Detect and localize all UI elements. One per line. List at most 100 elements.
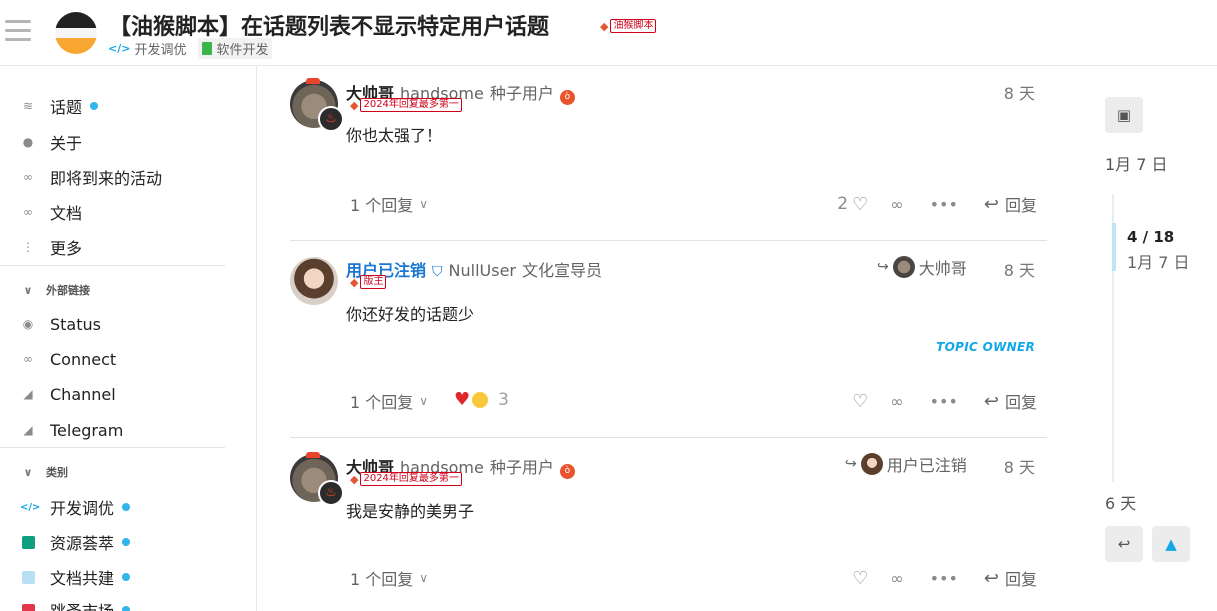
fire-flair-icon: ♨	[318, 106, 344, 132]
badge-label: 2024年回复最多第一	[360, 98, 462, 112]
sidebar-category-market[interactable]: 跳蚤市场	[20, 598, 131, 611]
tag-icon: ◆	[350, 472, 359, 486]
like-button[interactable]: 2 ♡	[837, 194, 868, 215]
sidebar-item-label: 文档共建	[50, 569, 115, 588]
sidebar-item-connect[interactable]: ∞ Connect	[20, 347, 116, 371]
heart-reaction-icon: ♥	[454, 389, 471, 410]
user-badge[interactable]: ◆ 版主	[350, 275, 387, 289]
show-replies-button[interactable]: 1 个回复 ∨	[350, 389, 428, 413]
link-icon[interactable]: ∞	[890, 569, 903, 588]
more-vertical-icon: ⋮	[22, 240, 34, 254]
share-icon	[22, 535, 35, 549]
divider	[0, 447, 225, 448]
post-date[interactable]: 8 天	[1004, 257, 1035, 281]
post-controls: 1 个回复 ∨ ♡ ∞ ••• ↩ 回复	[290, 566, 1047, 594]
code-icon: </>	[108, 42, 131, 55]
user-title: 文化宣导员	[521, 261, 602, 280]
badge-label: 2024年回复最多第一	[360, 472, 462, 486]
user-badge[interactable]: ◆ 2024年回复最多第一	[350, 472, 462, 486]
reply-arrow-icon: ↩	[1117, 535, 1131, 553]
laughing-reaction-icon	[472, 391, 489, 408]
unread-dot	[122, 606, 131, 611]
more-icon[interactable]: •••	[930, 195, 958, 214]
section-categories[interactable]: ∨ 类别	[20, 464, 68, 480]
post-content: 你还好发的话题少	[346, 305, 475, 324]
reply-to-indicator[interactable]: ↪ 用户已注销	[845, 452, 967, 476]
heart-icon: ♡	[852, 567, 869, 589]
sidebar-item-docs[interactable]: ∞ 文档	[20, 200, 82, 224]
sidebar-item-more[interactable]: ⋮ 更多	[20, 235, 82, 259]
sidebar-item-channel[interactable]: ◢ Channel	[20, 382, 115, 406]
avatar[interactable]	[290, 257, 338, 305]
avatar	[860, 453, 883, 475]
topic-tag[interactable]: ◆ 油猴脚本	[600, 19, 657, 33]
reply-to-indicator[interactable]: ↪ 大帅哥	[877, 255, 967, 279]
section-label: 外部链接	[46, 284, 90, 297]
post-date[interactable]: 8 天	[1004, 80, 1035, 104]
tag-icon: ◆	[350, 98, 359, 112]
paper-plane-icon: ◢	[23, 423, 33, 437]
chevron-down-icon: ∨	[419, 571, 429, 585]
timeline-start-date[interactable]: 1月 7 日	[1105, 151, 1168, 175]
chevron-down-icon: ∨	[419, 394, 429, 408]
link-icon[interactable]: ∞	[890, 392, 903, 411]
crown-icon	[306, 78, 320, 84]
reply-arrow-icon: ↩	[983, 193, 999, 215]
sidebar-item-label: 跳蚤市场	[50, 598, 114, 611]
reply-button[interactable]: ↩ 回复	[984, 566, 1037, 590]
reply-button[interactable]: ↩ 回复	[984, 389, 1037, 413]
reply-to-user: 用户已注销	[886, 456, 967, 475]
like-button[interactable]: ♡	[852, 568, 868, 589]
reactions[interactable]: ♥ 3	[454, 389, 509, 410]
moderator-shield-icon: ⛉	[432, 264, 443, 280]
chevron-down-icon: ∨	[23, 283, 33, 297]
fire-flair-icon: ♨	[318, 480, 344, 506]
timeline-position-date: 1月 7 日	[1127, 253, 1190, 272]
sidebar-category-dev[interactable]: </> 开发调优	[20, 495, 131, 519]
sidebar-category-docs[interactable]: 文档共建	[20, 565, 131, 589]
link-icon[interactable]: ∞	[890, 195, 903, 214]
link-icon: ∞	[23, 205, 33, 219]
sidebar-item-label: 话题	[50, 98, 83, 117]
reply-button[interactable]: ↩ 回复	[984, 192, 1037, 216]
post-date[interactable]: 8 天	[1004, 454, 1035, 478]
like-button[interactable]: ♡	[852, 391, 868, 412]
tag-icon: ◆	[600, 19, 609, 33]
heart-icon: ♡	[852, 390, 869, 412]
like-count: 2	[837, 194, 849, 214]
post-actions: 2 ♡ ∞ ••• ↩ 回复	[837, 192, 1037, 216]
more-icon[interactable]: •••	[930, 569, 958, 588]
timeline-end-date[interactable]: 6 天	[1105, 490, 1136, 514]
timeline-handle[interactable]	[1112, 223, 1116, 271]
category-dev[interactable]: </> 开发调优	[104, 38, 190, 59]
site-logo[interactable]	[55, 12, 97, 54]
link-icon: ∞	[23, 352, 33, 366]
reply-to-user: 大帅哥	[918, 259, 967, 278]
category-label: 开发调优	[134, 43, 187, 58]
document-icon	[202, 42, 213, 55]
more-icon[interactable]: •••	[930, 392, 958, 411]
topic-title[interactable]: 【油猴脚本】在话题列表不显示特定用户话题	[109, 9, 549, 41]
unread-dot	[122, 503, 131, 511]
sidebar-item-about[interactable]: ● 关于	[20, 130, 82, 154]
sidebar-item-topics[interactable]: ≋ 话题	[20, 94, 99, 118]
section-external-links[interactable]: ∨ 外部链接	[20, 282, 90, 298]
menu-icon[interactable]	[5, 20, 31, 44]
topic-reply-button[interactable]: ↩	[1105, 526, 1143, 562]
notification-button[interactable]: ▲	[1152, 526, 1190, 562]
sidebar-item-events[interactable]: ∞ 即将到来的活动	[20, 165, 162, 189]
user-badge[interactable]: ◆ 2024年回复最多第一	[350, 98, 462, 112]
show-replies-button[interactable]: 1 个回复 ∨	[350, 192, 428, 216]
full-name[interactable]: NullUser	[449, 261, 516, 280]
replies-count: 1 个回复	[350, 196, 414, 215]
category-software[interactable]: 软件开发	[198, 38, 273, 59]
unread-dot	[122, 538, 131, 546]
summary-button[interactable]: ▣	[1105, 97, 1143, 133]
sidebar-item-status[interactable]: ◉ Status	[20, 312, 101, 336]
crown-icon	[306, 452, 320, 458]
sidebar-category-resources[interactable]: 资源荟萃	[20, 530, 131, 554]
unread-dot	[122, 573, 131, 581]
sidebar-item-telegram[interactable]: ◢ Telegram	[20, 418, 123, 442]
show-replies-button[interactable]: 1 个回复 ∨	[350, 566, 428, 590]
angry-emoji-icon: ò	[559, 464, 575, 479]
